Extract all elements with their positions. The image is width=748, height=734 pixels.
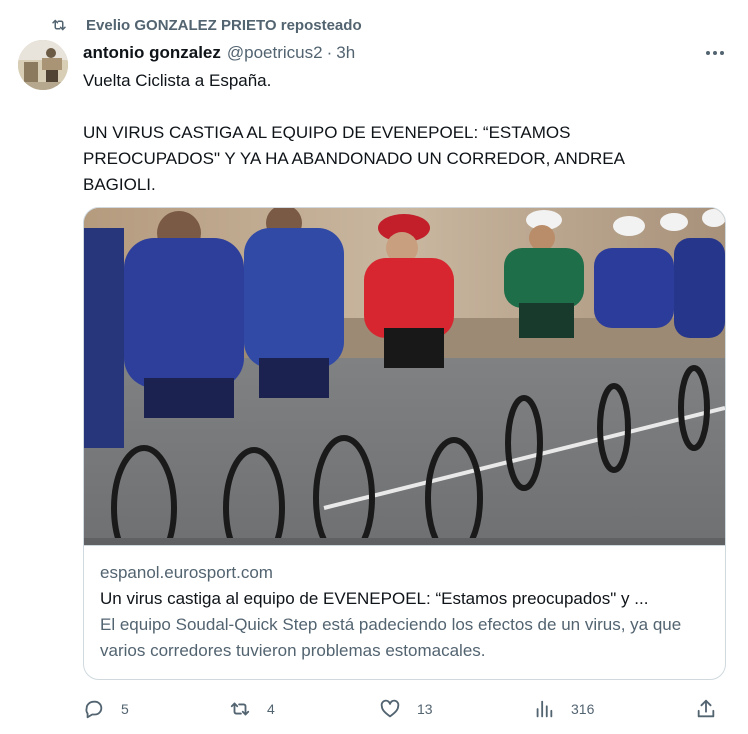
card-description: El equipo Soudal-Quick Step está padecie…	[100, 615, 682, 660]
repost-header[interactable]: Evelio GONZALEZ PRIETO reposteado	[50, 12, 362, 38]
link-card[interactable]: espanol.eurosport.com Un virus castiga a…	[83, 207, 726, 680]
more-icon	[706, 51, 724, 55]
tweet-time[interactable]: 3h	[336, 43, 355, 63]
repost-count: 4	[267, 701, 275, 717]
heart-icon	[380, 699, 400, 718]
share-button[interactable]	[695, 694, 733, 724]
tweet-line: Vuelta Ciclista a España.	[83, 71, 272, 90]
reply-count: 5	[121, 701, 129, 717]
tweet-header: antonio gonzalez @poetricus2 · 3h	[83, 40, 355, 66]
views-button[interactable]: 316	[533, 694, 594, 724]
card-domain: espanol.eurosport.com	[100, 563, 273, 582]
like-button[interactable]: 13	[379, 694, 433, 724]
card-image[interactable]	[84, 208, 725, 545]
card-title: Un virus castiga al equipo de EVENEPOEL:…	[100, 589, 649, 608]
like-count: 13	[417, 701, 433, 717]
tweet-line	[83, 94, 683, 120]
action-bar: 5 4 13 316	[83, 694, 726, 724]
tweet-line: UN VIRUS CASTIGA AL EQUIPO DE EVENEPOEL:…	[83, 123, 625, 194]
reply-button[interactable]: 5	[83, 694, 129, 724]
card-body[interactable]: espanol.eurosport.com Un virus castiga a…	[84, 545, 725, 679]
author-handle[interactable]: @poetricus2	[227, 43, 323, 63]
more-options-button[interactable]	[700, 40, 730, 66]
share-icon	[697, 699, 715, 718]
reply-icon	[85, 700, 103, 719]
author-name[interactable]: antonio gonzalez	[83, 43, 221, 63]
avatar[interactable]	[18, 40, 68, 90]
repost-text: Evelio GONZALEZ PRIETO reposteado	[86, 16, 362, 34]
separator-dot: ·	[326, 43, 333, 62]
repost-icon	[230, 702, 250, 716]
tweet-text: Vuelta Ciclista a España. UN VIRUS CASTI…	[83, 68, 683, 198]
repost-icon	[52, 19, 66, 31]
views-chart-icon	[536, 700, 553, 718]
repost-button[interactable]: 4	[229, 694, 275, 724]
views-count: 316	[571, 701, 595, 717]
